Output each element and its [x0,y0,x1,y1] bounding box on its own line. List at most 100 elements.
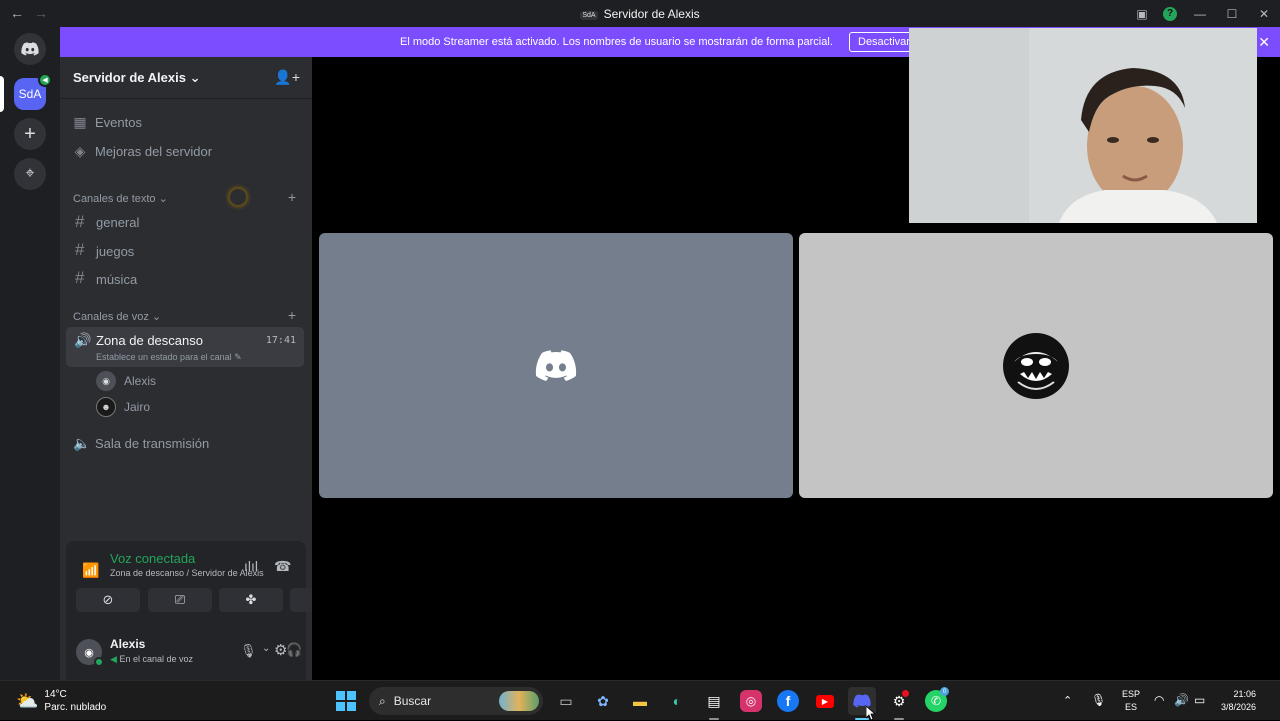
windows-taskbar: ⛅ 14°C Parc. nublado ⌕ Buscar ▭ ✿ ▬ ◐ ▤ … [0,680,1280,720]
online-status-dot [94,657,104,667]
voice-member[interactable]: ◉ Alexis [96,371,156,391]
boost-icon: ◈ [74,143,86,159]
channel-general[interactable]: general [96,215,139,230]
language-indicator[interactable]: ESP ES [1122,688,1140,714]
webcam-person-image [909,28,1257,223]
user-panel: ◉ Alexis ◀ En el canal de voz 🎙 ⌄ 🎧 [66,625,306,680]
channel-sidebar: Servidor de Alexis ⌄ 👤+ ▦ Eventos ◈ Mejo… [60,57,354,680]
window-title-text: Servidor de Alexis [603,7,700,21]
server-boosts-item[interactable]: ◈ Mejoras del servidor [73,143,212,160]
screen-share-button[interactable]: ⎚ [148,588,212,612]
banner-close-icon[interactable]: ✕ [1258,34,1270,51]
server-tag: SdA [580,11,598,20]
minimize-button[interactable]: — [1184,7,1216,21]
partly-cloudy-icon: ⛅ [16,690,39,711]
voice-category[interactable]: Canales de voz ⌄ [73,310,161,323]
speaker-icon: 🔊 [74,332,92,348]
discord-logo-icon [535,349,577,381]
task-view-icon[interactable]: ▭ [552,687,580,715]
wifi-icon[interactable]: ◠ [1154,693,1164,707]
disconnect-icon[interactable]: ☎ [274,558,291,575]
search-label: Buscar [393,694,432,708]
search-icon: ⌕ [379,693,386,708]
inbox-icon[interactable]: ▣ [1128,7,1156,21]
title-bar: ← → SdA Servidor de Alexis ▣ ? — ☐ ✕ [0,0,1280,27]
voice-timer: 17:41 [265,335,296,346]
headphones-icon[interactable]: 🎧 [286,642,302,658]
events-item[interactable]: ▦ Eventos [73,114,142,131]
copilot-icon[interactable]: ✿ [589,687,617,715]
activities-button[interactable]: ✤ [219,588,283,612]
speaker-icon: 🔈 [73,435,91,451]
hash-icon: # [75,268,85,287]
voice-connected-label[interactable]: Voz conectada [110,551,195,566]
server-abbr: SdA [18,87,42,101]
show-hidden-icons-icon[interactable]: ⌃ [1063,694,1072,707]
discord-home-icon[interactable] [14,33,46,65]
microphone-tray-icon[interactable]: 🎙 [1091,693,1106,707]
channel-juegos[interactable]: juegos [96,244,134,259]
server-name[interactable]: Servidor de Alexis ⌄ [73,70,201,86]
banner-message: El modo Streamer está activado. Los nomb… [400,36,833,48]
loading-ring-icon [228,187,248,207]
system-clock[interactable]: 21:06 3/8/2026 [1221,688,1256,714]
calendar-icon: ▦ [73,114,87,130]
server-list: SdA ◀ + ⌖ [0,27,60,680]
close-window-button[interactable]: ✕ [1248,7,1280,21]
noise-suppression-icon[interactable]: ılıl [244,558,258,574]
youtube-icon[interactable]: ▶ [811,687,839,715]
instagram-icon[interactable]: ◎ [740,690,762,712]
text-category[interactable]: Canales de texto ⌄ [73,192,168,205]
camera-off-button[interactable]: ⊘ [76,588,140,612]
volume-icon[interactable]: 🔊 [1174,693,1189,707]
signal-icon: 📶 [82,562,100,578]
start-icon[interactable] [332,687,360,715]
add-text-channel-icon[interactable]: + [288,189,296,205]
file-explorer-icon[interactable]: ▬ [626,687,654,715]
store-icon[interactable]: ▤ [700,687,728,720]
avatar: ◉ [96,371,116,391]
voice-channel-name: Zona de descanso [96,333,203,348]
mouse-cursor-icon [866,706,876,720]
edge-icon[interactable]: ◐ [663,687,691,715]
settings-gear-icon[interactable]: ⚙ [274,641,287,659]
window-title: SdA Servidor de Alexis [0,7,1280,21]
whatsapp-icon[interactable]: ✆ 0 [922,687,950,715]
video-tile-alexis[interactable] [319,233,793,498]
selected-server-pill [0,76,4,112]
server-header[interactable]: Servidor de Alexis ⌄ 👤+ [60,57,312,99]
temperature: 14°C [44,689,67,700]
voice-channel-sala[interactable]: 🔈 Sala de transmisión [73,435,209,452]
invite-people-icon[interactable]: 👤+ [274,69,300,86]
channel-status-prompt[interactable]: Establece un estado para el canal ✎ [96,352,242,363]
microphone-icon[interactable]: 🎙 [240,643,257,659]
help-icon[interactable]: ? [1163,6,1177,21]
weather-widget[interactable]: ⛅ 14°C Parc. nublado [16,688,106,714]
facebook-icon[interactable]: f [774,687,802,715]
taskbar-search[interactable]: ⌕ Buscar [369,687,543,715]
hash-icon: # [75,240,85,259]
webcam-preview[interactable] [909,28,1257,223]
battery-icon[interactable]: ▭ [1194,693,1205,707]
add-voice-channel-icon[interactable]: + [288,307,296,323]
server-icon-sda[interactable]: SdA ◀ [14,73,52,110]
voice-member[interactable]: ☻ Jairo [96,397,150,417]
user-status: ◀ En el canal de voz [110,654,193,664]
voice-channel-active[interactable]: 🔊 Zona de descanso 17:41 Establece un es… [66,327,304,367]
video-tile-jairo[interactable] [799,233,1273,498]
weather-condition: Parc. nublado [44,702,107,713]
mic-options-chevron-icon[interactable]: ⌄ [262,643,270,654]
search-highlight-image [499,691,539,711]
add-server-button[interactable]: + [14,118,46,150]
voice-badge-icon: ◀ [38,73,52,87]
user-avatar[interactable]: ◉ [76,639,104,667]
jairo-avatar-icon [1003,332,1069,399]
hash-icon: # [75,212,85,231]
chatgpt-icon[interactable]: ⚙ [885,687,913,720]
username: Alexis [110,637,146,651]
maximize-button[interactable]: ☐ [1216,7,1248,21]
voice-connected-location: Zona de descanso / Servidor de Alexis [110,568,264,578]
explore-icon[interactable]: ⌖ [14,158,46,190]
avatar: ☻ [96,397,116,417]
channel-musica[interactable]: música [96,272,137,287]
